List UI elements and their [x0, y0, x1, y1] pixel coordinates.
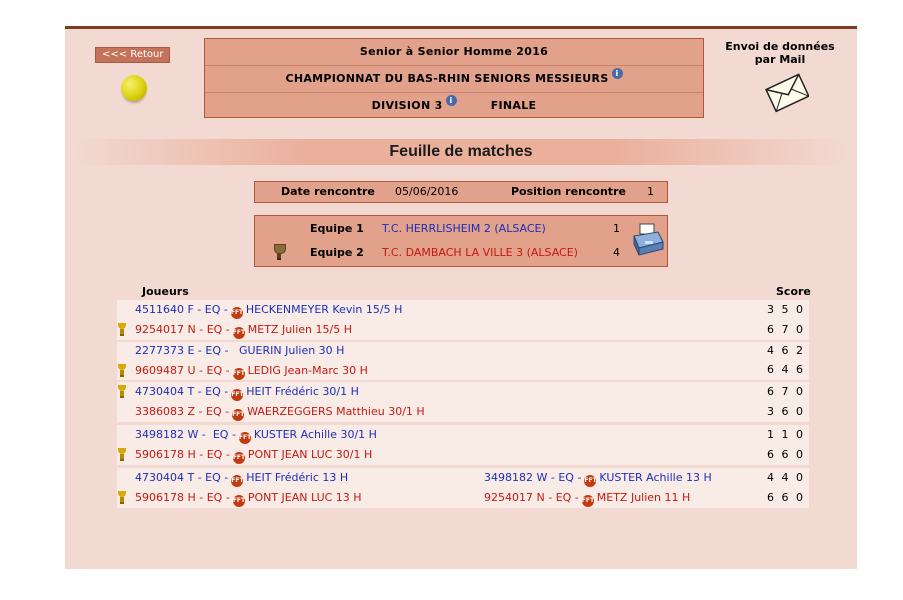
trophy-icon — [117, 385, 127, 398]
fft-logo-icon: FFT — [231, 475, 244, 487]
rencontre-info: Date rencontre 05/06/2016 Position renco… — [254, 181, 668, 203]
player-line[interactable]: 3498182 W - EQ - FFT KUSTER Achille 13 H — [484, 468, 712, 488]
fft-logo-icon: FFT — [231, 389, 244, 401]
player-line[interactable]: 5906178 H - EQ - FFT PONT JEAN LUC 30/1 H — [135, 445, 372, 465]
season-title: Senior à Senior Homme 2016 — [205, 39, 703, 66]
fft-logo-icon: FFT — [581, 495, 594, 507]
retour-button[interactable]: <<< Retour — [95, 47, 171, 63]
player-line[interactable]: 2277373 E - EQ - GUERIN Julien 30 H — [135, 341, 344, 361]
team-link[interactable]: T.C. DAMBACH LA VILLE 3 (ALSACE) — [382, 241, 578, 265]
team-row-1: Equipe 1 T.C. HERRLISHEIM 2 (ALSACE) 1 — [255, 217, 667, 241]
match-row: 2277373 E - EQ - GUERIN Julien 30 H 9609… — [117, 342, 809, 380]
envelope-icon[interactable] — [765, 71, 809, 113]
match-row: 4511640 F - EQ - FFT HECKENMEYER Kevin 15/… — [117, 300, 809, 340]
player-line[interactable]: 5906178 H - EQ - FFT PONT JEAN LUC 13 H — [135, 488, 362, 508]
team-link[interactable]: T.C. HERRLISHEIM 2 (ALSACE) — [382, 217, 546, 241]
score-cell: 4 6 2 — [767, 344, 805, 357]
column-header-joueurs: Joueurs — [142, 285, 189, 298]
team-row-2: Equipe 2 T.C. DAMBACH LA VILLE 3 (ALSACE… — [255, 241, 667, 265]
score-cell: 6 4 6 — [767, 363, 805, 376]
player-line[interactable]: 4730404 T - EQ - FFT HEIT Frédéric 30/1 H — [135, 382, 359, 402]
match-row-double: 4730404 T - EQ - FFT HEIT Frédéric 13 H 34… — [117, 468, 809, 508]
trophy-icon — [117, 323, 127, 336]
score-cell: 6 6 0 — [767, 491, 805, 504]
trophy-icon — [117, 364, 127, 377]
page-frame: <<< Retour Senior à Senior Homme 2016 CH… — [65, 26, 857, 569]
winner-trophy-icon — [273, 244, 286, 260]
fft-logo-icon: FFT — [232, 495, 245, 507]
player-line[interactable]: 4511640 F - EQ - FFT HECKENMEYER Kevin 15/… — [135, 300, 402, 320]
printer-icon[interactable] — [631, 222, 665, 258]
division-title: DIVISION 3i FINALE — [371, 95, 537, 112]
score-cell: 6 7 0 — [767, 385, 805, 398]
info-icon[interactable]: i — [611, 68, 623, 79]
score-cell: 6 7 0 — [767, 323, 805, 336]
fft-logo-icon: FFT — [232, 409, 244, 421]
column-header-score: Score — [776, 285, 811, 298]
score-cell: 6 6 0 — [767, 448, 805, 461]
tennis-ball-icon — [121, 75, 147, 101]
score-cell: 4 4 0 — [767, 471, 805, 484]
player-line[interactable]: 9609487 U - EQ - FFT LEDIG Jean-Marc 30 H — [135, 361, 368, 381]
player-line[interactable]: 9254017 N - EQ - FFT METZ Julien 15/5 H — [135, 320, 352, 340]
score-cell: 3 5 0 — [767, 303, 805, 316]
mail-title: Envoi de données par Mail — [725, 40, 835, 66]
trophy-icon — [117, 448, 127, 461]
fft-logo-icon: FFT — [232, 452, 245, 464]
page-title: Feuille de matches — [75, 139, 847, 165]
player-line[interactable]: 3498182 W - EQ - FFT KUSTER Achille 30/1 H — [135, 425, 377, 445]
championship-title: CHAMPIONNAT DU BAS-RHIN SENIORS MESSIEUR… — [205, 66, 703, 93]
player-line[interactable]: 9254017 N - EQ - FFT METZ Julien 11 H — [484, 488, 690, 508]
fft-logo-icon: FFT — [238, 432, 251, 444]
fft-logo-icon: FFT — [584, 475, 597, 487]
fft-logo-icon: FFT — [232, 327, 245, 339]
player-line[interactable]: 4730404 T - EQ - FFT HEIT Frédéric 13 H — [135, 468, 348, 488]
match-row: 4730404 T - EQ - FFT HEIT Frédéric 30/1 H … — [117, 382, 809, 422]
fft-logo-icon: FFT — [230, 307, 243, 319]
competition-header: Senior à Senior Homme 2016 CHAMPIONNAT D… — [204, 38, 704, 118]
trophy-icon — [117, 491, 127, 504]
match-row: 3498182 W - EQ - FFT KUSTER Achille 30/1 H… — [117, 425, 809, 465]
info-icon[interactable]: i — [445, 95, 457, 106]
teams-box: Equipe 1 T.C. HERRLISHEIM 2 (ALSACE) 1 E… — [254, 215, 668, 267]
fft-logo-icon: FFT — [232, 368, 245, 380]
score-cell: 1 1 0 — [767, 428, 805, 441]
player-line[interactable]: 3386083 Z - EQ - FFT WAERZEGGERS Matthieu … — [135, 402, 425, 422]
score-cell: 3 6 0 — [767, 405, 805, 418]
